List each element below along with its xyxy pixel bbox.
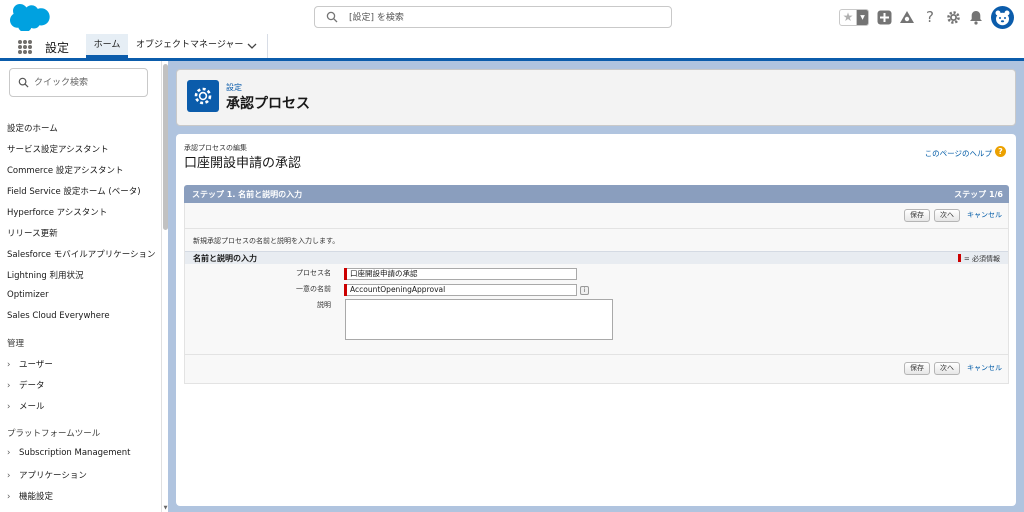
cancel-link[interactable]: キャンセル: [967, 363, 1002, 373]
tab-home[interactable]: ホーム: [86, 34, 128, 58]
divider: [185, 228, 1008, 229]
info-icon[interactable]: i: [580, 286, 589, 295]
scroll-down-icon[interactable]: ▼: [162, 505, 169, 511]
sidebar-scrollbar[interactable]: ▼: [161, 61, 168, 512]
sidebar-item-label: 機能設定: [19, 492, 54, 502]
sidebar-item-data[interactable]: › データ: [7, 379, 45, 391]
tab-divider: [267, 34, 268, 58]
divider: [185, 354, 1008, 355]
sidebar-item-label: アプリケーション: [19, 471, 87, 481]
sidebar-item-users[interactable]: › ユーザー: [7, 358, 53, 370]
chevron-right-icon: ›: [7, 492, 11, 502]
bottom-button-row: 保存 次へ キャンセル: [904, 361, 1002, 375]
scrollbar-thumb[interactable]: [163, 64, 168, 230]
sidebar-item-label: Subscription Management: [19, 448, 131, 458]
required-legend-label: = 必須情報: [963, 255, 1000, 263]
quick-find[interactable]: [9, 68, 148, 97]
app-nav: 設定 ホーム オブジェクトマネージャー: [0, 34, 1024, 61]
gear-icon[interactable]: [945, 9, 961, 25]
chevron-right-icon: ›: [7, 471, 11, 481]
step-title: ステップ 1. 名前と説明の入力: [192, 190, 303, 199]
svg-text:?: ?: [926, 9, 934, 25]
chevron-right-icon: ›: [7, 402, 11, 412]
page-header: 設定 承認プロセス: [176, 69, 1016, 126]
chevron-right-icon: ›: [7, 448, 11, 458]
search-icon: [326, 11, 338, 23]
sidebar-item-service-setup-assistant[interactable]: サービス設定アシスタント: [7, 143, 109, 155]
help-icon[interactable]: ?: [922, 9, 938, 25]
avatar[interactable]: [991, 5, 1014, 29]
star-icon[interactable]: ★: [840, 9, 857, 25]
description-label: 説明: [317, 301, 331, 309]
unique-name-value: AccountOpeningApproval: [350, 285, 446, 294]
save-button[interactable]: 保存: [904, 208, 930, 222]
page-title: 承認プロセス: [226, 96, 310, 112]
sidebar-heading-admin: 管理: [7, 339, 25, 349]
sidebar-item-label: データ: [19, 381, 45, 391]
sidebar-item-label: ユーザー: [19, 360, 53, 370]
description-field[interactable]: [345, 299, 613, 340]
quick-find-input[interactable]: [34, 75, 142, 90]
step-header: ステップ 1. 名前と説明の入力 ステップ 1/6: [184, 185, 1009, 203]
setup-sidebar: 設定のホーム サービス設定アシスタント Commerce 設定アシスタント Fi…: [0, 61, 168, 512]
unique-name-label: 一意の名前: [296, 285, 331, 293]
tab-object-manager[interactable]: オブジェクトマネージャー: [136, 34, 243, 58]
sidebar-item-sales-cloud-everywhere[interactable]: Sales Cloud Everywhere: [7, 311, 110, 321]
step-body: 保存 次へ キャンセル 新規承認プロセスの名前と説明を入力します。 名前と説明の…: [184, 203, 1009, 384]
sidebar-item-mobile-app[interactable]: Salesforce モバイルアプリケーション: [7, 248, 156, 260]
required-legend: = 必須情報: [957, 254, 1000, 264]
sidebar-item-email[interactable]: › メール: [7, 400, 45, 412]
main-content: 承認プロセスの編集 口座開設申請の承認 このページのヘルプ ? ステップ 1. …: [176, 134, 1016, 506]
app-name: 設定: [45, 41, 70, 55]
chevron-down-icon[interactable]: [246, 39, 258, 53]
sidebar-item-optimizer[interactable]: Optimizer: [7, 290, 49, 300]
required-marker: [344, 284, 347, 296]
sidebar-item-lightning-usage[interactable]: Lightning 利用状況: [7, 269, 83, 281]
sidebar-item-hyperforce-assistant[interactable]: Hyperforce アシスタント: [7, 206, 107, 218]
global-search[interactable]: [314, 6, 672, 28]
chevron-down-icon[interactable]: ▼: [857, 9, 868, 25]
add-icon[interactable]: [876, 9, 892, 25]
unique-name-field[interactable]: AccountOpeningApproval: [344, 284, 577, 296]
section-title: 名前と説明の入力: [193, 254, 257, 263]
next-button[interactable]: 次へ: [934, 361, 960, 375]
app-launcher-icon[interactable]: [18, 40, 32, 54]
bell-icon[interactable]: [968, 9, 984, 25]
sidebar-item-feature-settings[interactable]: › 機能設定: [7, 490, 53, 502]
record-title: 口座開設申請の承認: [184, 156, 302, 171]
favorites-group: ★ ▼: [839, 8, 869, 26]
chevron-right-icon: ›: [7, 381, 11, 391]
sidebar-item-release-updates[interactable]: リリース更新: [7, 227, 58, 239]
required-marker: [957, 254, 961, 262]
required-marker: [344, 268, 347, 280]
global-search-input[interactable]: [349, 10, 649, 25]
intro-text: 新規承認プロセスの名前と説明を入力します。: [193, 237, 340, 245]
salesforce-logo-icon[interactable]: [10, 4, 50, 33]
section-header: 名前と説明の入力 = 必須情報: [185, 251, 1008, 264]
help-icon[interactable]: ?: [995, 146, 1006, 157]
trailhead-icon[interactable]: [899, 9, 915, 25]
save-button[interactable]: 保存: [904, 361, 930, 375]
sidebar-heading-platform-tools: プラットフォームツール: [7, 429, 101, 439]
next-button[interactable]: 次へ: [934, 208, 960, 222]
sidebar-item-label: メール: [19, 402, 45, 412]
step-count: ステップ 1/6: [954, 190, 1003, 199]
help-link[interactable]: このページのヘルプ: [925, 148, 992, 159]
process-name-field[interactable]: 口座開設申請の承認: [344, 268, 577, 280]
sidebar-item-applications[interactable]: › アプリケーション: [7, 469, 87, 481]
search-icon: [18, 77, 29, 88]
breadcrumb[interactable]: 設定: [226, 82, 242, 93]
sidebar-item-commerce-setup-assistant[interactable]: Commerce 設定アシスタント: [7, 164, 124, 176]
global-header: ★ ▼ ?: [0, 0, 1024, 34]
sidebar-item-field-service-setup-home[interactable]: Field Service 設定ホーム (ベータ): [7, 185, 141, 197]
sidebar-item-subscription-management[interactable]: › Subscription Management: [7, 448, 131, 458]
top-button-row: 保存 次へ キャンセル: [904, 208, 1002, 222]
sidebar-item-setup-home[interactable]: 設定のホーム: [7, 122, 58, 134]
process-name-value: 口座開設申請の承認: [350, 269, 418, 278]
chevron-right-icon: ›: [7, 360, 11, 370]
cancel-link[interactable]: キャンセル: [967, 210, 1002, 220]
process-name-label: プロセス名: [296, 269, 331, 277]
approval-process-icon: [187, 80, 219, 112]
